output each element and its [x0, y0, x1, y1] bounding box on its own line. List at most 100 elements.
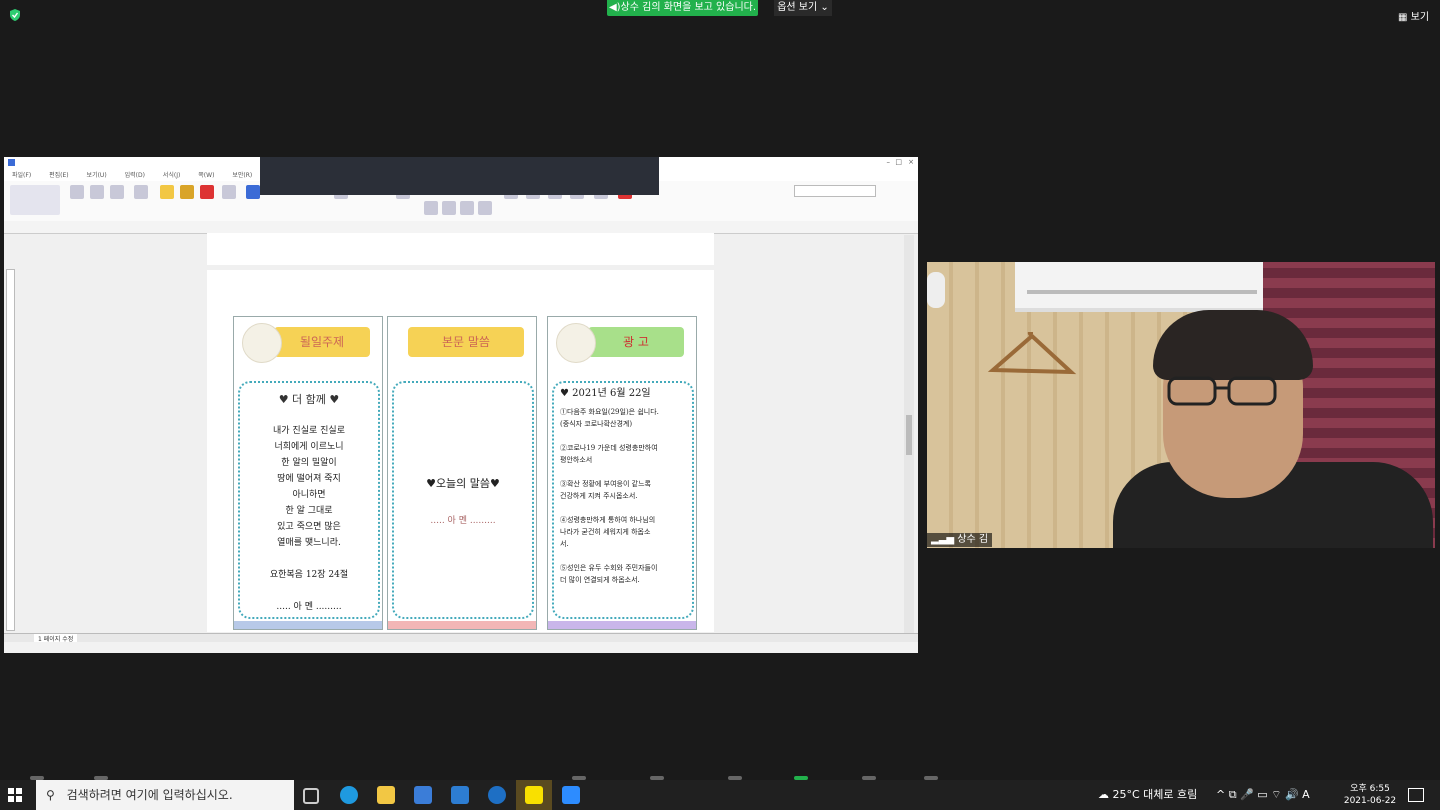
previous-page — [207, 241, 714, 265]
menu-item[interactable]: 입력(D) — [125, 170, 145, 179]
sheep-icon — [242, 323, 282, 363]
view-options-button[interactable]: 옵션 보기 ⌄ — [774, 0, 832, 16]
participant-name-tag: ▂▃▅ 상수 김 — [927, 533, 993, 547]
file-explorer-icon[interactable] — [377, 786, 395, 804]
align-button[interactable] — [442, 201, 456, 215]
sheep-icon — [556, 323, 596, 363]
vertical-ruler — [6, 269, 15, 631]
windows-taskbar: ⚲ 검색하려면 여기에 입력하십시오. ☁ 25°C 대체로 흐림 ^ ⧉ 🎤 … — [0, 780, 1440, 810]
glasses — [1167, 376, 1277, 406]
security-shield-icon[interactable] — [8, 8, 22, 22]
view-layout-button[interactable]: ▦ 보기 — [1398, 8, 1429, 23]
vertical-scrollbar[interactable] — [904, 235, 914, 633]
toolbar-button[interactable] — [110, 185, 124, 199]
help-search-field[interactable] — [794, 185, 876, 197]
announcement-line: 더 많이 연결되게 하옵소서. — [560, 576, 640, 584]
mail-icon[interactable] — [451, 786, 469, 804]
toolbar-button[interactable] — [160, 185, 174, 199]
verse-line: 한 알 그대로 — [285, 506, 333, 516]
zoom-icon[interactable] — [562, 786, 580, 804]
align-button[interactable] — [460, 201, 474, 215]
toolbar-button[interactable] — [246, 185, 260, 199]
column-bottom-band — [234, 621, 382, 629]
menu-item[interactable]: 보안(R) — [232, 170, 252, 179]
weather-widget[interactable]: ☁ 25°C 대체로 흐림 — [1098, 780, 1197, 810]
dotted-frame: ♥오늘의 말씀♥ ..... 아 멘 ......... — [392, 381, 534, 619]
verse-line: 아니하면 — [292, 490, 326, 500]
verse-line: 열매를 맺느니라. — [277, 538, 341, 548]
bulletin-column-announcements: 광 고 ♥ 2021년 6월 22일 ①다음주 화요일(29일)은 쉽니다. (중… — [547, 316, 697, 630]
redacted-region — [260, 157, 659, 195]
align-button[interactable] — [424, 201, 438, 215]
verse-line: 한 알의 밀알이 — [281, 458, 337, 468]
toolbar-button[interactable] — [90, 185, 104, 199]
toolbar-button[interactable] — [200, 185, 214, 199]
system-tray[interactable]: ^ ⧉ 🎤 ▭ ⌔ 🔊 A — [1216, 780, 1310, 810]
column-heading: ♥ 더 함께 ♥ — [278, 393, 340, 406]
announcement-line: 서. — [560, 540, 569, 548]
announcement-line: ⑤성인은 유두 수회와 주민자들이 — [560, 564, 658, 572]
maximize-icon[interactable]: □ — [895, 158, 902, 166]
bulletin-column-scripture: 본문 말씀 ♥오늘의 말씀♥ ..... 아 멘 ......... — [387, 316, 537, 630]
verse-line: ..... 아 멘 ......... — [276, 602, 342, 612]
verse-line: 내가 진실로 진실로 — [273, 426, 345, 436]
announcement-line: (중식자 코로나확산경계) — [560, 420, 633, 428]
verse-line: 요한복음 12장 24절 — [269, 570, 349, 580]
internet-explorer-icon[interactable] — [488, 786, 506, 804]
coat-hanger — [987, 332, 1077, 375]
shared-screen: – □ × 파일(F) 편집(E) 보기(U) 입력(D) 서식(J) 쪽(W)… — [4, 157, 918, 653]
notification-icon[interactable] — [1408, 788, 1424, 802]
amen-line: ..... 아 멘 ......... — [430, 516, 496, 526]
announcement-line: ②코로나19 가운데 성령충만하여 — [560, 444, 658, 452]
announcement-line: ①다음주 화요일(29일)은 쉽니다. — [560, 408, 659, 416]
store-icon[interactable] — [414, 786, 432, 804]
signal-icon: ▂▃▅ — [931, 534, 958, 545]
minimize-icon[interactable]: – — [887, 158, 891, 166]
toolbar-button[interactable] — [180, 185, 194, 199]
clock-date: 2021-06-22 — [1343, 796, 1397, 806]
kakaotalk-icon[interactable] — [525, 786, 543, 804]
shape-gallery[interactable] — [10, 185, 60, 215]
participant-name: 상수 김 — [957, 534, 989, 545]
verse-line: 너희에게 이르노니 — [274, 442, 344, 452]
menu-item[interactable]: 보기(U) — [87, 170, 107, 179]
toolbar-button[interactable] — [70, 185, 84, 199]
announcement-line: 나라가 굳건히 세워지게 하옵소 — [560, 528, 651, 536]
column-banner: 본문 말씀 — [408, 327, 524, 357]
announcement-line: 건강하게 지켜 주시옵소서. — [560, 492, 638, 500]
task-view-icon[interactable] — [303, 788, 319, 804]
taskbar-search-box[interactable]: ⚲ 검색하려면 여기에 입력하십시오. — [36, 780, 294, 810]
column-bottom-band — [548, 621, 696, 629]
column-bottom-band — [388, 621, 536, 629]
announcement-date: ♥ 2021년 6월 22일 — [560, 388, 651, 399]
toolbar-button[interactable] — [222, 185, 236, 199]
status-bar — [4, 642, 918, 653]
cloud-icon: ☁ — [1098, 788, 1113, 801]
taskbar-clock[interactable]: 오후 6:55 2021-06-22 — [1340, 783, 1400, 807]
column-banner: 광 고 — [588, 327, 684, 357]
air-conditioner-vent — [1027, 290, 1257, 294]
scripture-title: ♥오늘의 말씀♥ — [426, 477, 500, 490]
app-icon — [8, 159, 15, 166]
close-icon[interactable]: × — [908, 158, 914, 166]
screen-share-banner: ◀)상수 김의 화면을 보고 있습니다. — [607, 0, 758, 16]
verse-line: 땅에 떨어져 죽지 — [277, 474, 341, 484]
menu-item[interactable]: 파일(F) — [12, 170, 31, 179]
toolbar-button[interactable] — [134, 185, 148, 199]
announcement-line: ④성령충만하게 통하여 하나님의 — [560, 516, 656, 524]
share-banner-text: 상수 김의 화면을 보고 있습니다. — [620, 2, 757, 13]
menu-item[interactable]: 편집(E) — [49, 170, 69, 179]
windows-start-icon[interactable] — [8, 788, 22, 802]
participant-video — [927, 262, 1435, 548]
menu-item[interactable]: 서식(J) — [163, 170, 181, 179]
edge-icon[interactable] — [340, 786, 358, 804]
verse-line: 있고 죽으면 많은 — [277, 522, 341, 532]
search-icon: ⚲ — [46, 788, 55, 802]
announcement-line: ③확산 정황에 부여응이 같느록 — [560, 480, 651, 488]
scroll-thumb[interactable] — [906, 415, 912, 455]
menu-item[interactable]: 쪽(W) — [198, 170, 214, 179]
wall-clock — [927, 272, 945, 308]
align-button[interactable] — [478, 201, 492, 215]
dotted-frame: ♥ 2021년 6월 22일 ①다음주 화요일(29일)은 쉽니다. (중식자 코… — [552, 381, 694, 619]
air-conditioner — [1015, 262, 1265, 312]
